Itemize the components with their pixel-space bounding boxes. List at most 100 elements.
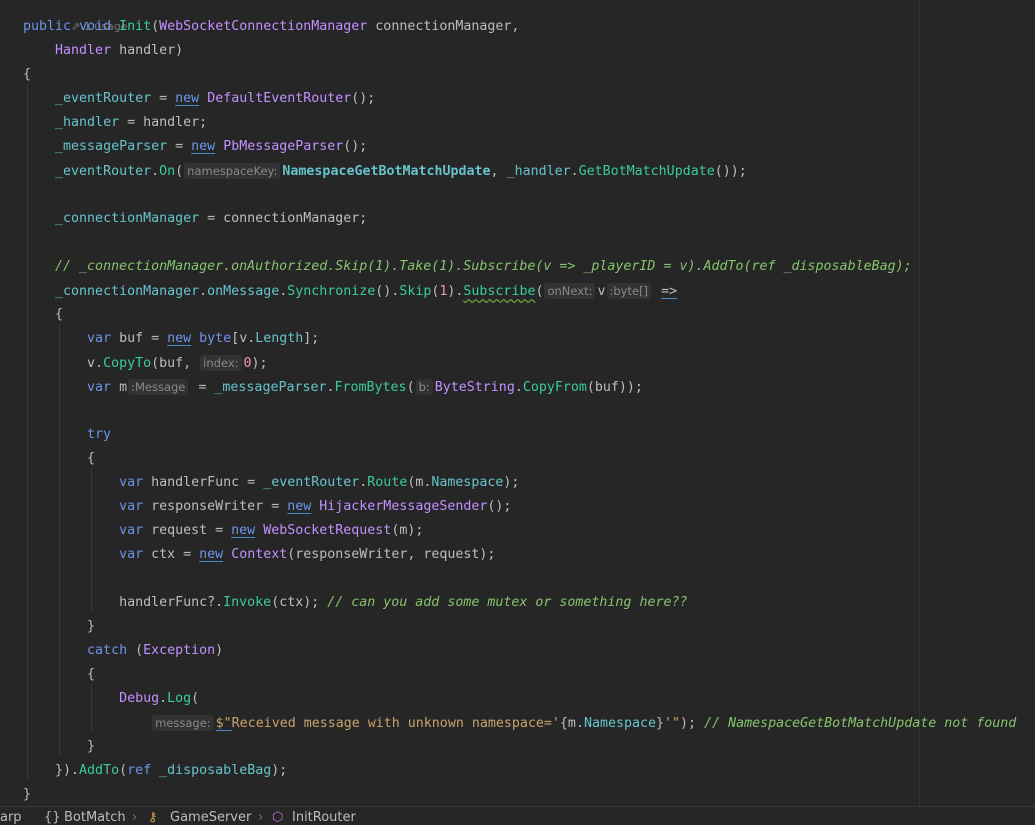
code-token-type: Handler: [55, 43, 112, 58]
code-line[interactable]: [23, 183, 1016, 207]
breadcrumb-item-class[interactable]: GameServer: [170, 810, 251, 825]
parameter-hint: index:: [200, 355, 242, 371]
code-line[interactable]: [23, 231, 1016, 255]
code-line[interactable]: {: [23, 303, 1016, 327]
code-line[interactable]: Debug.Log(: [23, 687, 1016, 711]
code-line[interactable]: // _connectionManager.onAuthorized.Skip(…: [23, 255, 1016, 279]
code-token-kw: var: [119, 547, 144, 562]
code-token-txt: (ctx);: [271, 595, 328, 610]
code-line[interactable]: [23, 399, 1016, 423]
code-line[interactable]: catch (Exception): [23, 639, 1016, 663]
code-token-txt: {m.: [559, 716, 584, 731]
code-token-txt: =: [190, 380, 215, 395]
code-line[interactable]: var ctx = new Context(responseWriter, re…: [23, 543, 1016, 567]
code-token-field: _messageParser: [55, 139, 168, 154]
code-token-type: HijackerMessageSender: [319, 499, 488, 514]
breadcrumb-item-namespace[interactable]: BotMatch: [64, 810, 126, 825]
code-token-field: Namespace: [431, 475, 504, 490]
parameter-hint: namespaceKey:: [184, 163, 281, 179]
code-token-txt: (: [406, 380, 415, 395]
code-token-txt: m: [111, 380, 128, 395]
code-token-field: Length: [255, 331, 304, 346]
code-token-txt: }: [23, 787, 32, 802]
code-token-txt: (: [535, 284, 544, 299]
code-token-txt: (m.: [407, 475, 432, 490]
breadcrumb-item-method[interactable]: InitRouter: [292, 810, 356, 825]
code-token-str: Received message with unknown namespace=…: [231, 716, 560, 731]
code-line[interactable]: }).AddTo(ref _disposableBag);: [23, 759, 1016, 783]
code-line[interactable]: message: $"Received message with unknown …: [23, 711, 1016, 735]
code-line[interactable]: v.CopyTo(buf, index: 0);: [23, 351, 1016, 375]
code-token-txt: .: [326, 380, 335, 395]
code-editor[interactable]: ⇗ 1 usage public void Init(WebSocketConn…: [0, 0, 1035, 806]
code-token-txt: ();: [351, 91, 376, 106]
code-token-kw: void: [79, 19, 112, 34]
code-token-txt: {: [23, 67, 32, 82]
code-line[interactable]: var request = new WebSocketRequest(m);: [23, 519, 1016, 543]
code-token-type: ByteString: [434, 380, 515, 395]
code-token-txt: );: [271, 763, 288, 778]
code-token-type: Exception: [143, 643, 216, 658]
code-token-txt: );: [251, 356, 268, 371]
code-line[interactable]: {: [23, 663, 1016, 687]
code-token-fn: Synchronize: [287, 284, 376, 299]
code-token-txt: v.: [23, 356, 104, 371]
code-line[interactable]: _handler = handler;: [23, 111, 1016, 135]
code-token-txt: ());: [714, 164, 747, 179]
parameter-hint: :byte[]: [606, 283, 652, 299]
code-line[interactable]: _messageParser = new PbMessageParser();: [23, 135, 1016, 159]
code-token-txt: (m);: [391, 523, 424, 538]
breadcrumb-item-project[interactable]: arp: [0, 810, 22, 825]
usage-hint[interactable]: ⇗ 1 usage: [23, 0, 1016, 33]
code-line[interactable]: {: [23, 447, 1016, 471]
code-token-txt: (: [191, 691, 200, 706]
code-token-txt: ();: [343, 139, 368, 154]
code-line[interactable]: var m:Message = _messageParser.FromBytes…: [23, 375, 1016, 399]
code-line[interactable]: var handlerFunc = _eventRouter.Route(m.N…: [23, 471, 1016, 495]
code-token-field: Namespace: [583, 716, 656, 731]
code-line[interactable]: try: [23, 423, 1016, 447]
code-line[interactable]: Handler handler): [23, 39, 1016, 63]
code-line[interactable]: }: [23, 783, 1016, 806]
code-token-fn: On: [159, 164, 176, 179]
code-token-kwu: new: [199, 547, 224, 562]
code-lines[interactable]: ⇗ 1 usage public void Init(WebSocketConn…: [23, 0, 1016, 806]
code-token-txt: .: [159, 691, 168, 706]
code-line[interactable]: }: [23, 735, 1016, 759]
code-line[interactable]: handlerFunc?.Invoke(ctx); // can you add…: [23, 591, 1016, 615]
code-token-fn: Log: [167, 691, 192, 706]
code-line[interactable]: _connectionManager = connectionManager;: [23, 207, 1016, 231]
code-line[interactable]: _eventRouter.On(namespaceKey: NamespaceGe…: [23, 159, 1016, 183]
code-line[interactable]: _eventRouter = new DefaultEventRouter();: [23, 87, 1016, 111]
code-line[interactable]: [23, 567, 1016, 591]
code-token-kwu: new: [175, 91, 200, 106]
code-token-field: _eventRouter: [263, 475, 360, 490]
code-token-field: _handler: [55, 115, 120, 130]
code-line[interactable]: }: [23, 615, 1016, 639]
code-line[interactable]: var responseWriter = new HijackerMessage…: [23, 495, 1016, 519]
class-icon: ⚷: [148, 810, 158, 825]
code-token-txt: (: [127, 643, 144, 658]
parameter-hint: b:: [415, 379, 433, 395]
code-line[interactable]: public void Init(WebSocketConnectionMana…: [23, 15, 1016, 39]
code-token-fn: Skip: [399, 284, 432, 299]
code-line[interactable]: var buf = new byte[v.Length];: [23, 327, 1016, 351]
code-token-txt: request =: [143, 523, 232, 538]
code-line[interactable]: {: [23, 63, 1016, 87]
code-line[interactable]: _connectionManager.onMessage.Synchronize…: [23, 279, 1016, 303]
code-token-kw: var: [119, 499, 144, 514]
breadcrumb-separator: ›: [258, 810, 264, 825]
code-token-txt: (buf,: [151, 356, 200, 371]
